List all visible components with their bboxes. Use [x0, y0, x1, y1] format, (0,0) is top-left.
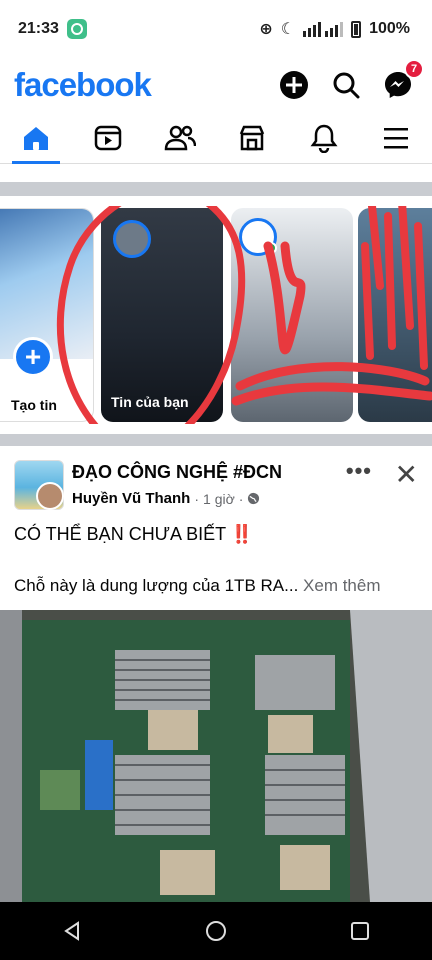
- messenger-badge: 7: [404, 59, 424, 79]
- post-text-line: Chỗ này là dung lượng của 1TB RA... Xem …: [14, 576, 381, 596]
- post-time[interactable]: 1 giờ: [203, 491, 235, 507]
- home-circle-icon: [206, 921, 226, 941]
- status-time: 21:33: [18, 20, 59, 37]
- tab-friends[interactable]: [150, 113, 210, 163]
- post-text-line: CÓ THỂ BẠN CHƯA BIẾT ‼️: [14, 524, 253, 545]
- bell-icon: [310, 124, 338, 153]
- battery-percent: 100%: [369, 20, 410, 37]
- status-bar: 21:33 ⊕ ☾ 100%: [0, 0, 432, 58]
- recents-button[interactable]: [335, 906, 385, 956]
- friends-icon: [164, 125, 196, 150]
- stories-tray: + Tạo tin Tin của bạn: [0, 206, 432, 424]
- tab-video[interactable]: [78, 113, 138, 163]
- page-name[interactable]: ĐẠO CÔNG NGHỆ #ĐCN: [72, 462, 282, 483]
- section-divider: [0, 182, 432, 196]
- meta-separator: ·: [194, 490, 200, 507]
- top-bar: facebook 7: [0, 59, 432, 110]
- post-header: ĐẠO CÔNG NGHỆ #ĐCN Huyền Vũ Thanh · 1 gi…: [0, 456, 432, 516]
- tab-home[interactable]: [6, 113, 66, 164]
- dnd-moon-icon: ☾: [280, 21, 296, 38]
- marketplace-icon: [239, 125, 265, 150]
- post-image[interactable]: [0, 610, 432, 902]
- app-notification-icon: [66, 19, 87, 39]
- messenger-button[interactable]: 7: [378, 59, 424, 105]
- system-nav-bar: [0, 902, 432, 960]
- recents-square-icon: [351, 922, 369, 940]
- vpn-icon: ⊕: [259, 21, 273, 38]
- meta-separator: ·: [238, 490, 244, 507]
- home-icon: [24, 126, 48, 150]
- battery-icon: [351, 20, 362, 38]
- double-exclamation-icon: ‼️: [230, 524, 254, 544]
- globe-icon: [248, 492, 260, 505]
- search-icon: [333, 72, 360, 99]
- home-button[interactable]: [191, 906, 241, 956]
- post-line2: Chỗ này là dung lượng của 1TB RA...: [14, 576, 299, 595]
- video-icon: [94, 125, 122, 150]
- post-meta: Huyền Vũ Thanh · 1 giờ ·: [72, 490, 260, 507]
- tab-menu[interactable]: [366, 113, 426, 163]
- facebook-logo[interactable]: facebook: [14, 66, 152, 104]
- author-name[interactable]: Huyền Vũ Thanh: [72, 490, 190, 507]
- back-button[interactable]: [47, 906, 97, 956]
- signal-icon: [303, 22, 344, 37]
- close-icon[interactable]: ✕: [395, 458, 418, 491]
- main-tabs: [0, 112, 432, 164]
- see-more-link[interactable]: Xem thêm: [303, 576, 380, 595]
- annotation-scribble: [56, 206, 432, 424]
- avatar[interactable]: [36, 482, 64, 510]
- tab-marketplace[interactable]: [222, 113, 282, 163]
- plus-icon: [280, 71, 308, 99]
- more-options-icon[interactable]: •••: [346, 458, 372, 484]
- tab-notifications[interactable]: [294, 113, 354, 163]
- create-button[interactable]: [274, 65, 314, 105]
- server-motherboard-image: [0, 610, 432, 902]
- hamburger-icon: [384, 127, 408, 148]
- search-button[interactable]: [326, 65, 366, 105]
- post-line1: CÓ THỂ BẠN CHƯA BIẾT: [14, 524, 226, 544]
- section-divider: [0, 434, 432, 446]
- back-triangle-icon: [64, 921, 79, 941]
